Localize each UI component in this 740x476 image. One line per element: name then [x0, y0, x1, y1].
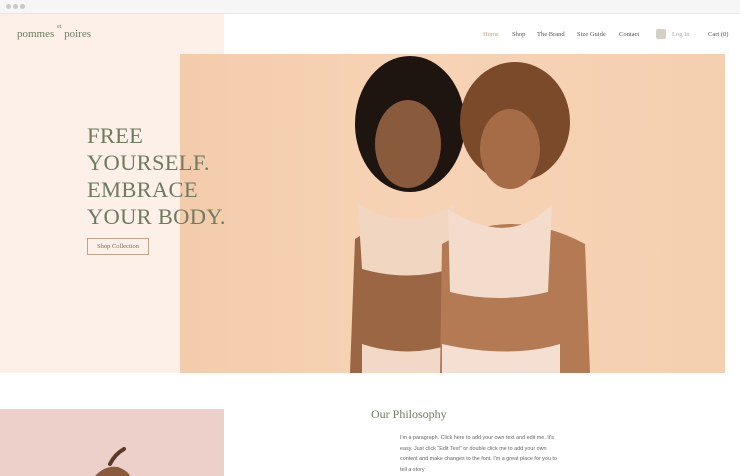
user-avatar-icon [656, 29, 666, 39]
hero-heading-line: FREE [87, 123, 144, 148]
philosophy-image [0, 409, 224, 476]
shop-collection-button[interactable]: Shop Collection [87, 238, 149, 255]
window-dot-icon [20, 4, 25, 9]
nav-item-size-guide[interactable]: Size Guide [577, 31, 606, 38]
philosophy-title: Our Philosophy [371, 407, 447, 421]
login-link[interactable]: Log In [656, 28, 690, 40]
nav-item-contact[interactable]: Contact [619, 31, 639, 38]
hero-image [180, 54, 725, 373]
window-dot-icon [13, 4, 18, 9]
nav-item-the-brand[interactable]: The Brand [537, 31, 565, 38]
hero-heading: FREE YOURSELF. EMBRACE YOUR BODY. [87, 122, 226, 230]
pear-stem-illustration [95, 447, 130, 476]
login-label: Log In [672, 30, 690, 38]
logo-word-et: et [57, 24, 62, 31]
nav-item-shop[interactable]: Shop [512, 31, 525, 38]
nav-item-home[interactable]: Home [483, 31, 499, 38]
cart-link[interactable]: Cart (0) [708, 31, 728, 38]
hero-heading-line: YOURSELF. [87, 150, 210, 175]
hero-heading-line: YOUR BODY. [87, 204, 226, 229]
hero-heading-line: EMBRACE [87, 177, 198, 202]
window-dot-icon [6, 4, 11, 9]
models-photo-illustration [350, 56, 590, 373]
philosophy-paragraph[interactable]: I'm a paragraph. Click here to add your … [400, 433, 562, 475]
browser-title-bar [0, 0, 740, 14]
main-nav: Home Shop The Brand Size Guide Contact [0, 31, 740, 43]
